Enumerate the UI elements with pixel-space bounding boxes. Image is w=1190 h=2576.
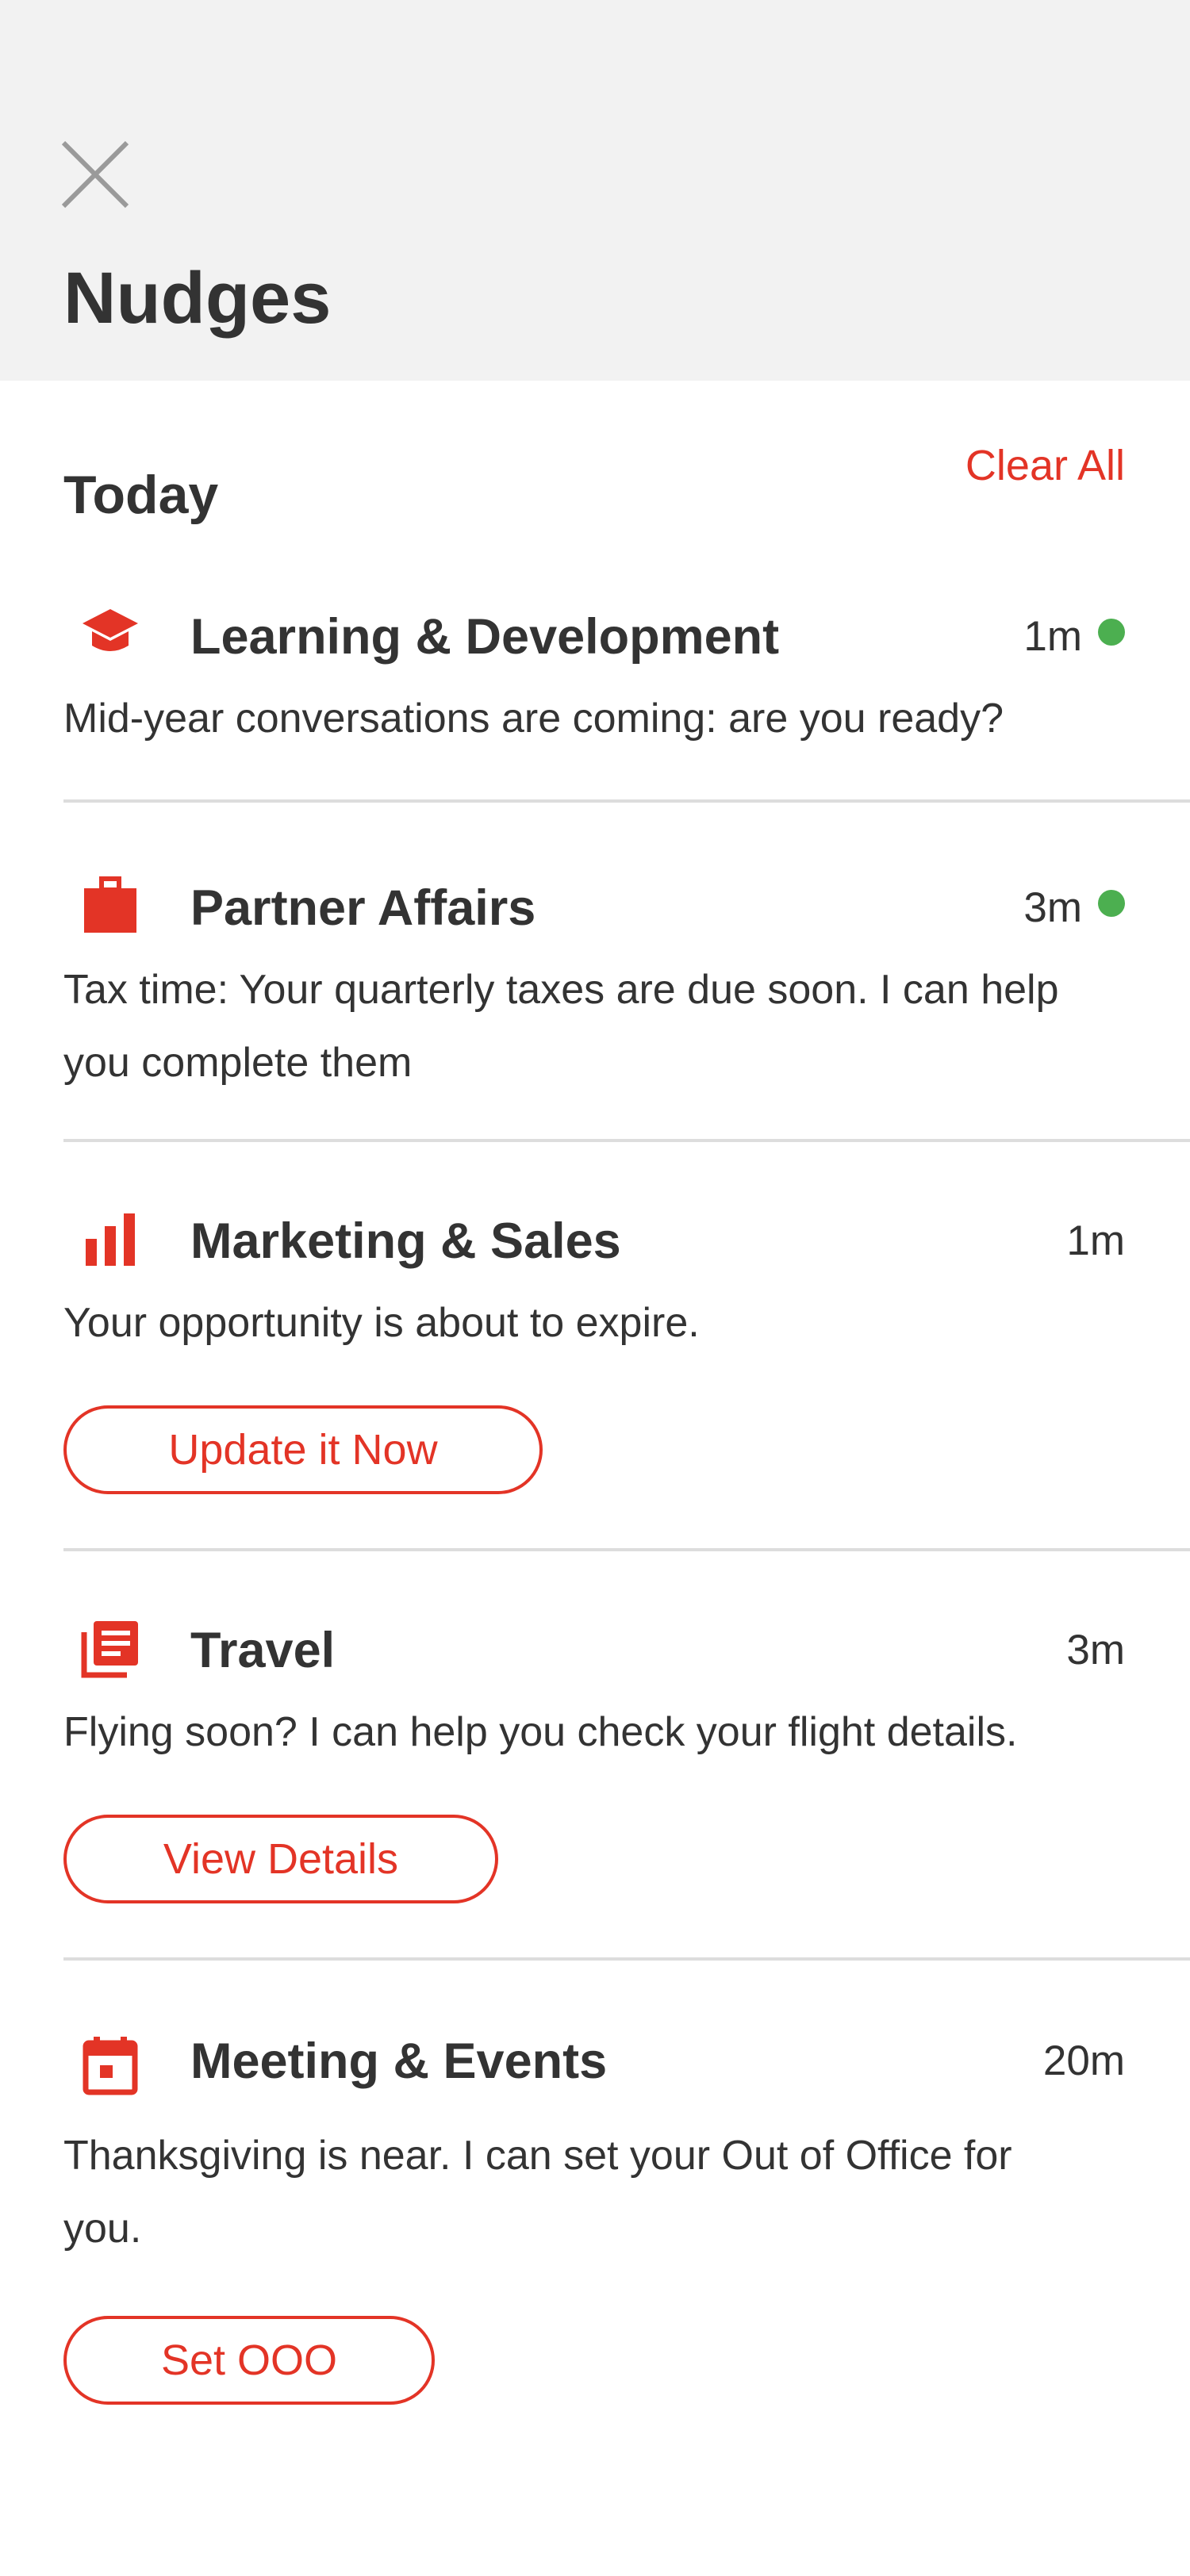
nudge-category-title: Marketing & Sales xyxy=(190,1213,621,1269)
nudge-timestamp: 1m xyxy=(1066,1217,1125,1264)
nudge-item-learning-development[interactable]: Learning & Development 1m Mid-year conve… xyxy=(0,571,1190,803)
document-stack-icon xyxy=(79,1618,141,1680)
set-ooo-button[interactable]: Set OOO xyxy=(63,2316,435,2405)
close-icon xyxy=(61,140,129,209)
briefcase-icon xyxy=(79,876,141,937)
close-button[interactable] xyxy=(57,136,133,213)
calendar-icon xyxy=(79,2035,141,2097)
nudge-timestamp: 3m xyxy=(1066,1627,1125,1673)
view-details-button[interactable]: View Details xyxy=(63,1815,498,1903)
nudge-category-title: Meeting & Events xyxy=(190,2034,608,2089)
nudge-item-marketing-sales[interactable]: Marketing & Sales 1m Your opportunity is… xyxy=(0,1142,1190,1551)
nudge-message: Thanksgiving is near. I can set your Out… xyxy=(63,2133,1012,2252)
nudges-header: Nudges xyxy=(0,0,1190,381)
nudge-item-meeting-events[interactable]: Meeting & Events 20m Thanksgiving is nea… xyxy=(0,1961,1190,2436)
nudge-message: Your opportunity is about to expire. xyxy=(63,1300,700,1346)
nudge-message: Mid-year conversations are coming: are y… xyxy=(63,696,1004,742)
section-label-today: Today xyxy=(63,465,219,525)
nudge-timestamp: 20m xyxy=(1042,2037,1125,2084)
update-it-now-button[interactable]: Update it Now xyxy=(63,1405,543,1494)
bar-chart-icon xyxy=(79,1209,141,1271)
nudge-category-title: Partner Affairs xyxy=(190,880,536,936)
nudge-category-title: Travel xyxy=(190,1623,336,1678)
unread-indicator xyxy=(1098,890,1125,917)
nudge-message: Tax time: Your quarterly taxes are due s… xyxy=(63,967,1059,1086)
nudge-message: Flying soon? I can help you check your f… xyxy=(63,1709,1018,1755)
graduation-cap-icon xyxy=(79,604,141,666)
page-title: Nudges xyxy=(63,258,332,339)
nudge-item-partner-affairs[interactable]: Partner Affairs 3m Tax time: Your quarte… xyxy=(0,803,1190,1142)
nudge-category-title: Learning & Development xyxy=(190,609,780,665)
nudge-timestamp: 3m xyxy=(1023,884,1082,931)
clear-all-button[interactable]: Clear All xyxy=(965,444,1125,487)
nudge-timestamp: 1m xyxy=(1023,613,1082,660)
nudge-item-travel[interactable]: Travel 3m Flying soon? I can help you ch… xyxy=(0,1551,1190,1961)
unread-indicator xyxy=(1098,619,1125,646)
